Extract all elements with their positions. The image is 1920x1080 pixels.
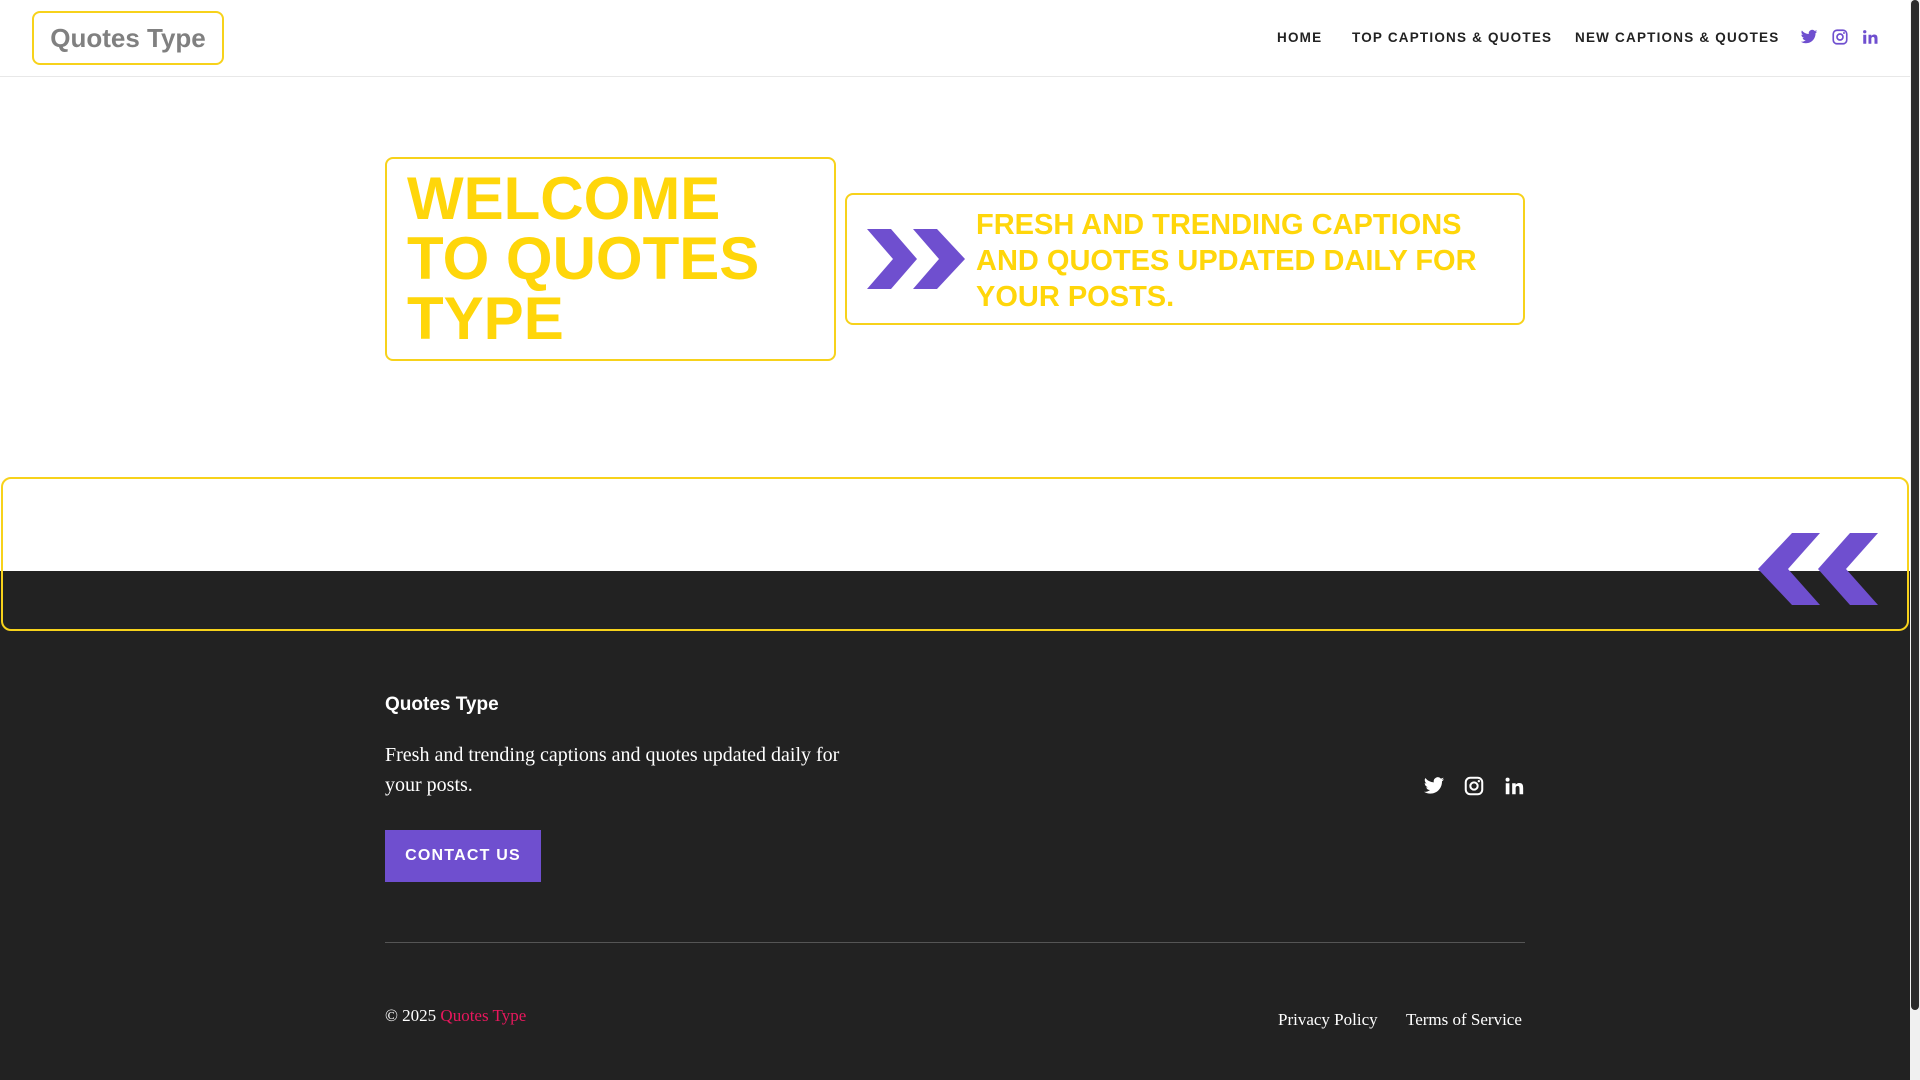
copyright-prefix: © 2025 [385,1006,437,1025]
site-header: Quotes Type HOME TOP CAPTIONS & QUOTES N… [0,0,1910,77]
instagram-icon[interactable] [1463,775,1485,797]
double-chevron-right-icon [867,229,965,289]
footer-divider [385,942,1525,943]
twitter-icon[interactable] [1800,28,1818,46]
double-chevron-left-icon [1758,533,1878,605]
twitter-icon[interactable] [1423,775,1445,797]
privacy-policy-link[interactable]: Privacy Policy [1278,1010,1378,1030]
hero-title: WELCOME TO QUOTES TYPE [407,165,760,352]
scrollbar-thumb[interactable] [1911,0,1919,1010]
nav-top-captions[interactable]: TOP CAPTIONS & QUOTES [1352,30,1552,45]
banner-frame [1,477,1909,631]
copyright-brand-link[interactable]: Quotes Type [440,1006,526,1025]
hero-subtitle: FRESH AND TRENDING CAPTIONS AND QUOTES U… [976,209,1477,313]
hero-section: WELCOME TO QUOTES TYPE FRESH AND TRENDIN… [0,77,1910,477]
linkedin-icon[interactable] [1503,775,1525,797]
contact-us-button[interactable]: CONTACT US [385,830,541,882]
instagram-icon[interactable] [1831,28,1849,46]
copyright: © 2025 Quotes Type [385,1006,526,1026]
nav-home[interactable]: HOME [1277,30,1322,45]
linkedin-icon[interactable] [1861,28,1879,46]
footer-title: Quotes Type [385,694,499,715]
nav-new-captions[interactable]: NEW CAPTIONS & QUOTES [1575,30,1779,45]
footer-description: Fresh and trending captions and quotes u… [385,744,840,796]
scrollbar[interactable] [1910,0,1920,1080]
site-logo[interactable]: Quotes Type [32,11,224,65]
hero-title-box: WELCOME TO QUOTES TYPE [385,157,836,361]
terms-of-service-link[interactable]: Terms of Service [1406,1010,1522,1030]
hero-subtitle-box: FRESH AND TRENDING CAPTIONS AND QUOTES U… [845,193,1525,325]
